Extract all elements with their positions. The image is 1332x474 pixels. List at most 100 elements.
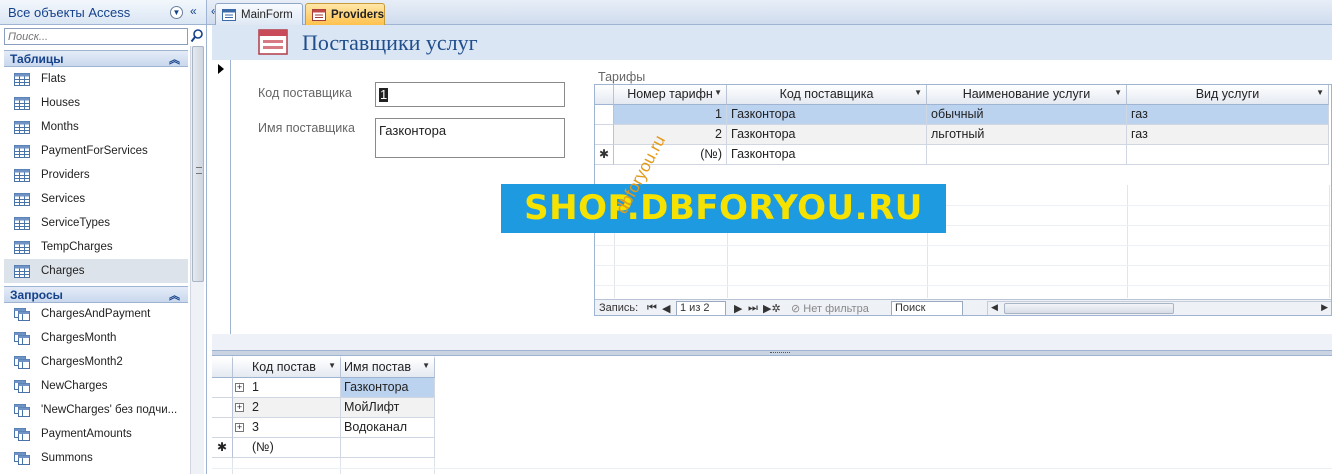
nav-item[interactable]: Houses bbox=[4, 91, 188, 115]
table-cell[interactable]: 3 bbox=[249, 418, 341, 438]
table-cell[interactable]: (№) bbox=[614, 145, 727, 165]
nav-item[interactable]: ChargesMonth2 bbox=[4, 350, 188, 374]
table-cell[interactable]: 2 bbox=[614, 125, 727, 145]
provider-code-field[interactable]: 1 bbox=[375, 82, 565, 107]
nav-search-input[interactable] bbox=[4, 28, 188, 45]
nav-scroll-thumb[interactable] bbox=[192, 46, 204, 282]
expand-plus-icon[interactable]: + bbox=[235, 423, 244, 432]
row-selector[interactable]: ✱ bbox=[212, 438, 233, 458]
nav-item[interactable]: TempCharges bbox=[4, 235, 188, 259]
select-all-corner[interactable] bbox=[212, 358, 233, 378]
nav-title[interactable]: Все объекты Access bbox=[8, 5, 130, 20]
table-row[interactable]: 1 Газконтора обычный газ bbox=[595, 105, 1329, 125]
chevron-down-icon[interactable]: ▼ bbox=[1316, 88, 1324, 97]
chevron-down-icon[interactable]: ▼ bbox=[422, 361, 430, 370]
record-position-input[interactable]: 1 из 2 bbox=[676, 301, 726, 315]
table-row[interactable]: +2 МойЛифт bbox=[212, 398, 435, 418]
column-header[interactable]: Наименование услуги ▼ bbox=[927, 85, 1127, 105]
nav-item[interactable]: ChargesMonth bbox=[4, 326, 188, 350]
row-selector[interactable] bbox=[595, 105, 614, 125]
search-icon[interactable] bbox=[190, 28, 204, 44]
table-row[interactable]: ✱ (№) bbox=[212, 438, 435, 458]
filter-status: Нет фильтра bbox=[803, 303, 869, 315]
group-header-queries[interactable]: Запросы ︽ bbox=[4, 286, 188, 303]
nav-scrollbar[interactable] bbox=[190, 46, 204, 474]
column-header[interactable]: Код поставщика ▼ bbox=[727, 85, 927, 105]
chevron-down-icon[interactable]: ▼ bbox=[328, 361, 336, 370]
expand-plus-icon[interactable]: + bbox=[235, 383, 244, 392]
table-row[interactable]: +1 Газконтора bbox=[212, 378, 435, 398]
chevron-down-icon[interactable]: ▼ bbox=[714, 88, 722, 97]
table-cell[interactable] bbox=[1127, 145, 1329, 165]
column-header[interactable]: Номер тарифн ▼ bbox=[614, 85, 727, 105]
table-row[interactable]: ✱ (№) Газконтора bbox=[595, 145, 1329, 165]
nav-item[interactable]: Summons bbox=[4, 446, 188, 470]
nav-item[interactable]: 'NewCharges' без подчи... bbox=[4, 398, 188, 422]
table-cell[interactable]: Газконтора bbox=[727, 145, 927, 165]
query-icon bbox=[14, 331, 30, 345]
nav-item[interactable]: NewCharges bbox=[4, 374, 188, 398]
row-selector[interactable] bbox=[212, 398, 233, 418]
scroll-left-icon[interactable]: ◀ bbox=[991, 302, 998, 313]
query-icon bbox=[14, 355, 30, 369]
table-cell[interactable]: Водоканал bbox=[341, 418, 435, 438]
table-cell[interactable]: газ bbox=[1127, 125, 1329, 145]
table-cell[interactable]: Газконтора bbox=[727, 105, 927, 125]
nav-item[interactable]: ServiceTypes bbox=[4, 211, 188, 235]
table-cell[interactable]: МойЛифт bbox=[341, 398, 435, 418]
filter-toggle[interactable]: ⊘ Нет фильтра bbox=[791, 302, 869, 315]
table-cell[interactable]: 1 bbox=[614, 105, 727, 125]
collapse-group-icon[interactable]: ︽ bbox=[169, 51, 180, 67]
chevron-down-icon[interactable]: ▼ bbox=[1114, 88, 1122, 97]
table-cell[interactable]: обычный bbox=[927, 105, 1127, 125]
collapse-pane-icon[interactable]: « bbox=[190, 4, 197, 18]
row-selector[interactable] bbox=[595, 125, 614, 145]
nav-item[interactable]: Charges bbox=[4, 259, 188, 283]
table-cell[interactable]: 1 bbox=[249, 378, 341, 398]
nav-item[interactable]: Providers bbox=[4, 163, 188, 187]
column-header[interactable]: Код постав ▼ bbox=[249, 358, 341, 378]
next-record-button[interactable]: ▶ bbox=[734, 302, 742, 315]
scroll-thumb[interactable] bbox=[1004, 303, 1174, 314]
nav-item[interactable]: PaymentForServices bbox=[4, 139, 188, 163]
record-search-input[interactable]: Поиск bbox=[891, 301, 963, 315]
table-cell[interactable] bbox=[341, 438, 435, 458]
prev-record-button[interactable]: ◀ bbox=[662, 302, 670, 315]
scroll-right-icon[interactable]: ▶ bbox=[1321, 302, 1328, 313]
table-cell[interactable] bbox=[927, 145, 1127, 165]
nav-item[interactable]: Months bbox=[4, 115, 188, 139]
table-cell[interactable]: 2 bbox=[249, 398, 341, 418]
splitter-grip[interactable] bbox=[770, 352, 790, 354]
table-cell[interactable]: льготный bbox=[927, 125, 1127, 145]
table-cell[interactable]: Газконтора bbox=[727, 125, 927, 145]
row-selector[interactable] bbox=[212, 418, 233, 438]
provider-name-field[interactable]: Газконтора bbox=[375, 118, 565, 158]
horizontal-scrollbar[interactable]: ◀ ▶ bbox=[987, 301, 1331, 315]
table-cell[interactable]: (№) bbox=[249, 438, 341, 458]
record-selector[interactable] bbox=[212, 60, 231, 334]
row-selector[interactable]: ✱ bbox=[595, 145, 614, 165]
nav-item[interactable]: Flats bbox=[4, 67, 188, 91]
tab-mainform[interactable]: MainForm bbox=[215, 3, 303, 25]
nav-item[interactable]: Services bbox=[4, 187, 188, 211]
chevron-down-icon[interactable]: ▼ bbox=[170, 6, 183, 19]
nav-item[interactable]: ChargesAndPayment bbox=[4, 302, 188, 326]
group-header-tables[interactable]: Таблицы ︽ bbox=[4, 50, 188, 67]
table-cell[interactable]: газ bbox=[1127, 105, 1329, 125]
column-header[interactable]: Имя постав ▼ bbox=[341, 358, 435, 378]
last-record-button[interactable]: ⏭ bbox=[748, 302, 758, 315]
tab-providers[interactable]: Providers bbox=[305, 3, 385, 25]
table-row[interactable]: 2 Газконтора льготный газ bbox=[595, 125, 1329, 145]
nav-header[interactable]: Все объекты Access ▼ « bbox=[0, 0, 206, 25]
chevron-down-icon[interactable]: ▼ bbox=[914, 88, 922, 97]
row-selector[interactable] bbox=[212, 378, 233, 398]
table-row[interactable]: +3 Водоканал bbox=[212, 418, 435, 438]
collapse-group-icon[interactable]: ︽ bbox=[169, 287, 180, 303]
new-record-button[interactable]: ▶✲ bbox=[763, 302, 781, 315]
table-cell[interactable]: Газконтора bbox=[341, 378, 435, 398]
expand-plus-icon[interactable]: + bbox=[235, 403, 244, 412]
nav-item[interactable]: PaymentAmounts bbox=[4, 422, 188, 446]
first-record-button[interactable]: ⏮ bbox=[647, 302, 657, 315]
select-all-corner[interactable] bbox=[595, 85, 614, 105]
column-header[interactable]: Вид услуги ▼ bbox=[1127, 85, 1329, 105]
